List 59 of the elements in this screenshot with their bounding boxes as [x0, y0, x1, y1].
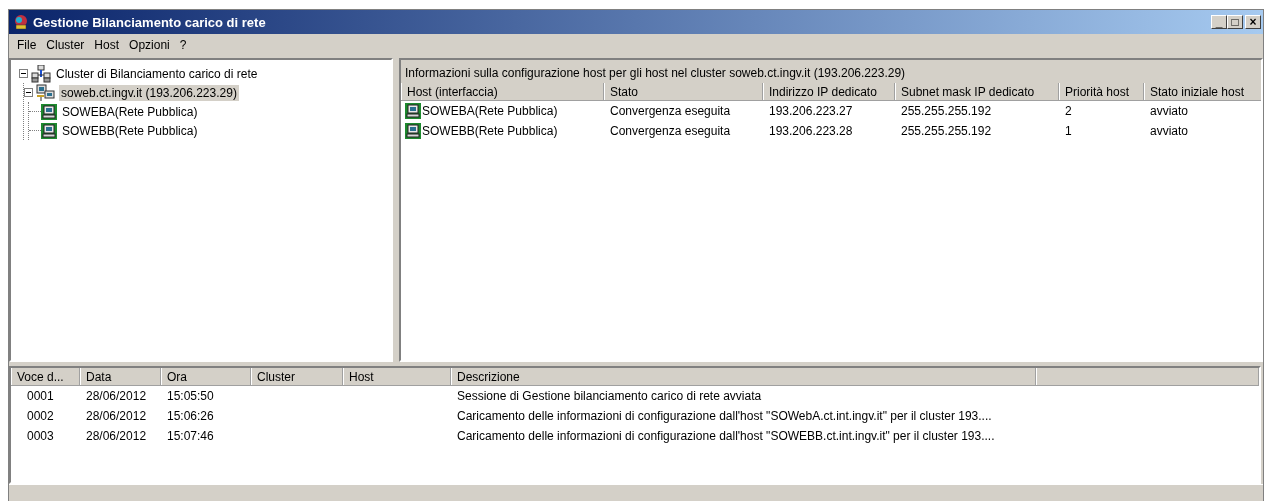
window-title: Gestione Bilanciamento carico di rete [33, 14, 267, 30]
column-header[interactable]: Cluster [251, 368, 343, 385]
table-cell: Caricamento delle informazioni di configurazione dall'host "SOWebA.ct.int.ingv.it" per il cluster 193.... [457, 409, 992, 423]
table-cell: 15:07:46 [167, 429, 214, 443]
table-cell: 15:06:26 [167, 409, 214, 423]
app-icon [13, 14, 29, 30]
menu-item[interactable]: Opzioni [125, 37, 174, 53]
table-cell: 255.255.255.192 [901, 104, 992, 118]
table-cell: 255.255.255.192 [901, 124, 992, 138]
panel-caption: Informazioni sulla configurazione host per gli host nel cluster soweb.ct.ingv.it (193.206.223.29) [404, 65, 907, 82]
tree-item[interactable]: SOWEBA(Rete Pubblica) [60, 103, 200, 120]
table-cell: Sessione di Gestione bilanciamento carico di rete avviata [457, 389, 762, 403]
table-cell: 0001 [27, 389, 54, 403]
column-header[interactable]: Host (interfaccia) [401, 83, 604, 100]
table-cell: 1 [1065, 124, 1072, 138]
menu-item[interactable]: Host [90, 37, 124, 53]
tree-item[interactable]: SOWEBB(Rete Pubblica) [60, 122, 200, 139]
computer-icon [405, 103, 421, 119]
table-cell: Convergenza eseguita [610, 104, 731, 118]
computer-icon [41, 103, 57, 120]
host-name[interactable]: SOWEBB(Rete Pubblica) [422, 124, 558, 138]
table-cell: 28/06/2012 [86, 409, 147, 423]
table-cell: 0003 [27, 429, 54, 443]
tree-item[interactable]: Cluster di Bilanciamento carico di rete [54, 65, 260, 82]
column-header[interactable]: Ora [161, 368, 251, 385]
column-header[interactable]: Data [80, 368, 161, 385]
table-cell: 193.206.223.27 [769, 104, 853, 118]
computer-icon [41, 122, 57, 139]
column-header[interactable]: Stato iniziale host [1144, 83, 1261, 100]
table-cell: 0002 [27, 409, 54, 423]
column-header[interactable]: Indirizzo IP dedicato [763, 83, 895, 100]
table-cell: 193.206.223.28 [769, 124, 853, 138]
column-header[interactable]: Priorità host [1059, 83, 1144, 100]
menu-item[interactable]: File [13, 37, 41, 53]
table-cell: avviato [1150, 104, 1189, 118]
column-header[interactable]: Stato [604, 83, 763, 100]
host-name[interactable]: SOWEBA(Rete Pubblica) [422, 104, 558, 118]
tree-item[interactable]: soweb.ct.ingv.it (193.206.223.29) [59, 84, 239, 101]
maximize-button[interactable]: □ [1227, 15, 1243, 29]
menu-item[interactable]: ? [175, 37, 191, 53]
table-cell: Caricamento delle informazioni di configurazione dall'host "SOWEBB.ct.int.ingv.it" per il cluster 193.... [457, 429, 995, 443]
column-header[interactable]: Subnet mask IP dedicato [895, 83, 1059, 100]
table-cell: avviato [1150, 124, 1189, 138]
table-cell: Convergenza eseguita [610, 124, 731, 138]
server-icon [36, 83, 56, 102]
computer-icon [405, 123, 421, 139]
table-cell: 15:05:50 [167, 389, 214, 403]
column-header[interactable]: Host [343, 368, 451, 385]
menu-item[interactable]: Cluster [42, 37, 89, 53]
table-cell: 28/06/2012 [86, 389, 147, 403]
cluster-icon [31, 64, 51, 83]
collapse-icon[interactable] [24, 88, 33, 97]
column-header[interactable]: Descrizione [451, 368, 1036, 385]
table-cell: 28/06/2012 [86, 429, 147, 443]
column-header[interactable]: Voce d... [11, 368, 80, 385]
close-button[interactable]: × [1245, 15, 1261, 29]
collapse-icon[interactable] [19, 69, 28, 78]
table-cell: 2 [1065, 104, 1072, 118]
minimize-button[interactable]: _ [1211, 15, 1227, 29]
